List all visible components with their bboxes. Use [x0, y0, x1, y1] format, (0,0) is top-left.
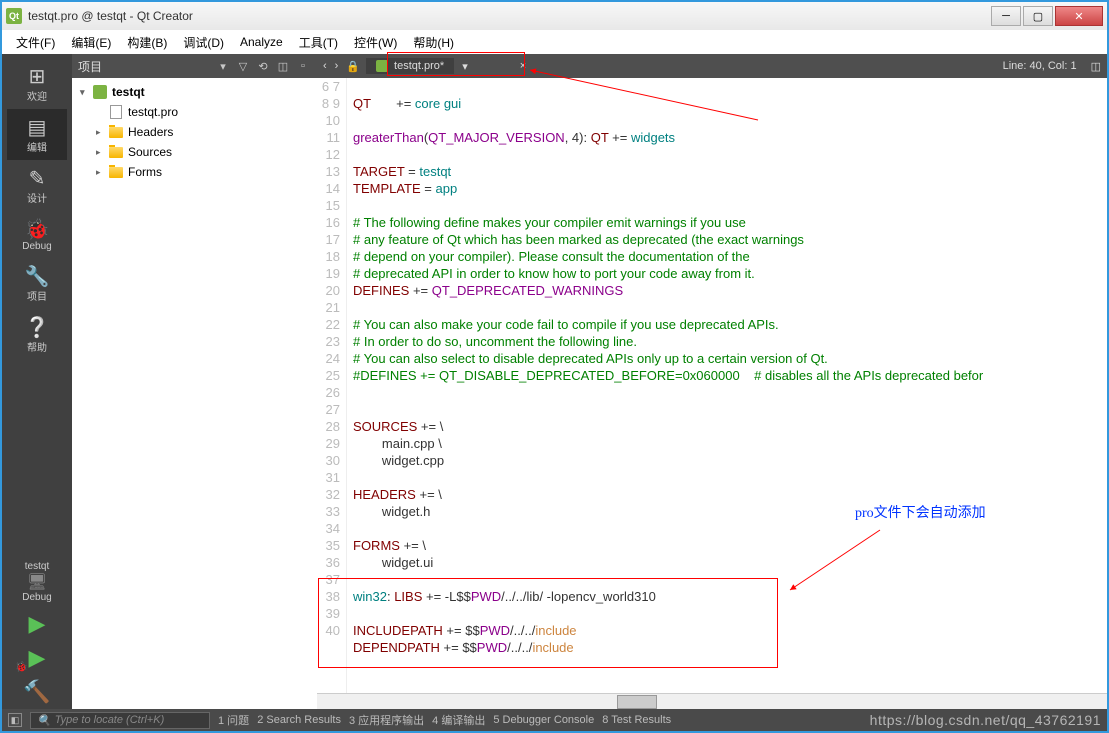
- lock-icon[interactable]: 🔒: [346, 60, 360, 73]
- menu-file[interactable]: 文件(F): [8, 31, 63, 54]
- folder-icon: [109, 147, 123, 158]
- editor-toolbar: ‹ › 🔒 testqt.pro* ▾ × Line: 40, Col: 1 ◫: [317, 54, 1107, 78]
- tab-dropdown[interactable]: ▾: [454, 60, 476, 73]
- window-title: testqt.pro @ testqt - Qt Creator: [28, 9, 991, 23]
- project-tree[interactable]: ▾ testqt testqt.pro ▸ Headers ▸ Sources …: [72, 78, 317, 709]
- project-toolbar: 项目 ▾ ▽ ⟲ ◫ ▫: [72, 54, 317, 78]
- close-panel-icon[interactable]: ▫: [295, 58, 311, 74]
- code-editor[interactable]: 6 7 8 9 10 11 12 13 14 15 16 17 18 19 20…: [317, 78, 1107, 693]
- menu-help[interactable]: 帮助(H): [405, 31, 462, 54]
- nav-forward-button[interactable]: ›: [335, 60, 339, 73]
- project-icon: [93, 85, 107, 99]
- build-button[interactable]: 🔨: [23, 675, 50, 709]
- nav-back-button[interactable]: ‹: [323, 60, 327, 73]
- open-file-tab[interactable]: testqt.pro*: [366, 58, 454, 74]
- mode-edit[interactable]: ▤ 编辑: [7, 109, 67, 160]
- kit-target[interactable]: testqt 🖥 Debug: [7, 557, 67, 607]
- expand-icon[interactable]: ▸: [96, 167, 108, 178]
- menu-debug[interactable]: 调试(D): [175, 31, 232, 54]
- menu-tools[interactable]: 工具(T): [291, 31, 346, 54]
- project-panel: 项目 ▾ ▽ ⟲ ◫ ▫ ▾ testqt testqt.pro ▸ Heade…: [72, 54, 317, 709]
- line-col-status: Line: 40, Col: 1: [995, 60, 1085, 72]
- pane-tests[interactable]: 8 Test Results: [602, 714, 671, 726]
- window-minimize-button[interactable]: ─: [991, 6, 1021, 26]
- mode-help[interactable]: ❔ 帮助: [7, 309, 67, 360]
- folder-icon: [109, 167, 123, 178]
- pane-issues[interactable]: 1 问题: [218, 712, 249, 728]
- split-editor-icon[interactable]: ◫: [1085, 60, 1107, 73]
- mode-debug[interactable]: 🐞 Debug: [7, 211, 67, 258]
- pane-app-output[interactable]: 3 应用程序输出: [349, 712, 424, 728]
- monitor-icon: 🖥: [7, 572, 67, 592]
- run-debug-button[interactable]: ▶🐞: [29, 641, 46, 675]
- pane-debugger[interactable]: 5 Debugger Console: [493, 714, 594, 726]
- horizontal-scrollbar[interactable]: [317, 693, 1107, 709]
- mode-sidebar: ⊞ 欢迎 ▤ 编辑 ✎ 设计 🐞 Debug 🔧 项目 ❔ 帮助 testqt …: [2, 54, 72, 709]
- mode-welcome[interactable]: ⊞ 欢迎: [7, 58, 67, 109]
- edit-icon: ▤: [25, 115, 49, 139]
- link-icon[interactable]: ⟲: [255, 58, 271, 74]
- locator-input[interactable]: 🔍 Type to locate (Ctrl+K): [30, 712, 210, 729]
- filter-icon[interactable]: ▽: [235, 58, 251, 74]
- file-icon: [110, 105, 122, 119]
- scrollbar-thumb[interactable]: [617, 695, 657, 709]
- annotation-label: pro文件下会自动添加: [855, 502, 986, 522]
- project-panel-title: 项目: [78, 58, 211, 75]
- dropdown-icon[interactable]: ▾: [215, 58, 231, 74]
- tree-root[interactable]: ▾ testqt: [72, 82, 317, 102]
- window-titlebar: Qt testqt.pro @ testqt - Qt Creator ─ ▢ …: [0, 0, 1109, 30]
- app-icon: Qt: [6, 8, 22, 24]
- code-content[interactable]: QT += core gui greaterThan(QT_MAJOR_VERS…: [347, 78, 1107, 693]
- menu-bar: 文件(F) 编辑(E) 构建(B) 调试(D) Analyze 工具(T) 控件…: [0, 30, 1109, 54]
- mode-design[interactable]: ✎ 设计: [7, 160, 67, 211]
- pane-compile[interactable]: 4 编译输出: [432, 712, 485, 728]
- menu-build[interactable]: 构建(B): [119, 31, 175, 54]
- tree-node-headers[interactable]: ▸ Headers: [72, 122, 317, 142]
- tab-filename: testqt.pro*: [394, 60, 444, 72]
- run-button[interactable]: ▶: [29, 607, 46, 641]
- tree-node-sources[interactable]: ▸ Sources: [72, 142, 317, 162]
- tree-node-pro[interactable]: testqt.pro: [72, 102, 317, 122]
- mode-projects[interactable]: 🔧 项目: [7, 258, 67, 309]
- editor-area: ‹ › 🔒 testqt.pro* ▾ × Line: 40, Col: 1 ◫…: [317, 54, 1107, 709]
- bug-icon: 🐞: [25, 217, 49, 241]
- tree-node-forms[interactable]: ▸ Forms: [72, 162, 317, 182]
- status-bar: ◧ 🔍 Type to locate (Ctrl+K) 1 问题 2 Searc…: [0, 709, 1109, 733]
- locator-placeholder: Type to locate (Ctrl+K): [55, 714, 165, 726]
- split-icon[interactable]: ◫: [275, 58, 291, 74]
- folder-icon: [109, 127, 123, 138]
- expand-icon[interactable]: ▸: [96, 147, 108, 158]
- expand-icon[interactable]: ▾: [80, 87, 92, 98]
- wrench-icon: 🔧: [25, 264, 49, 288]
- menu-analyze[interactable]: Analyze: [232, 32, 291, 52]
- window-maximize-button[interactable]: ▢: [1023, 6, 1053, 26]
- menu-edit[interactable]: 编辑(E): [63, 31, 119, 54]
- menu-widgets[interactable]: 控件(W): [346, 31, 405, 54]
- search-icon: 🔍: [37, 714, 51, 727]
- window-close-button[interactable]: ✕: [1055, 6, 1103, 26]
- line-gutter: 6 7 8 9 10 11 12 13 14 15 16 17 18 19 20…: [317, 78, 347, 693]
- close-tab-button[interactable]: ×: [516, 60, 530, 72]
- sidebar-toggle-button[interactable]: ◧: [8, 713, 22, 727]
- pane-search[interactable]: 2 Search Results: [257, 714, 341, 726]
- expand-icon[interactable]: ▸: [96, 127, 108, 138]
- pro-icon: [376, 60, 388, 72]
- help-icon: ❔: [25, 315, 49, 339]
- pencil-icon: ✎: [25, 166, 49, 190]
- grid-icon: ⊞: [25, 64, 49, 88]
- watermark-text: https://blog.csdn.net/qq_43762191: [870, 712, 1101, 728]
